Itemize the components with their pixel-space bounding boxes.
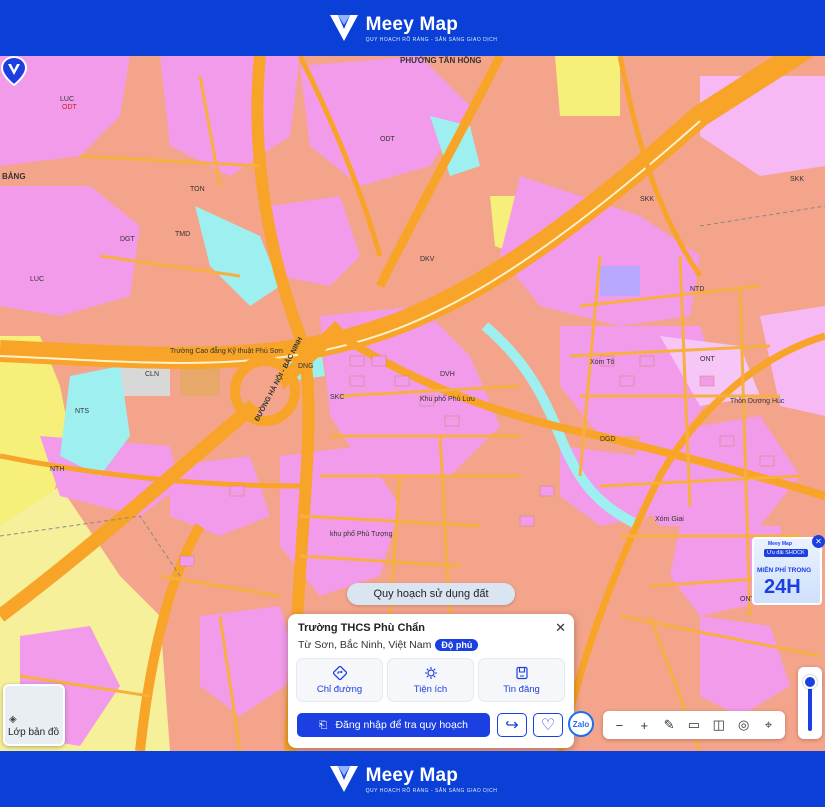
- share-icon: ↪: [505, 717, 519, 734]
- amenities-icon: [424, 666, 437, 679]
- brand-logo[interactable]: Meey Map QUY HOẠCH RÕ RÀNG - SẴN SÀNG GI…: [328, 13, 498, 43]
- ruler-icon[interactable]: ▭: [684, 717, 704, 733]
- layers-icon: ◈: [9, 714, 17, 725]
- footer-brand-logo[interactable]: Meey Map QUY HOẠCH RÕ RÀNG - SẴN SÀNG GI…: [328, 764, 498, 794]
- amenities-label: Tiện ích: [413, 683, 448, 695]
- footer-brand-name: Meey Map: [365, 764, 459, 786]
- locate-icon[interactable]: ⌖: [758, 717, 778, 733]
- promo-free: MIỄN PHÍ TRONG: [757, 567, 812, 574]
- listings-label: Tin đăng: [503, 683, 540, 695]
- slider-knob[interactable]: [803, 675, 817, 689]
- promo-label: Ưu đãi SHOCK: [764, 549, 808, 557]
- map-layer-label: Lớp bản đồ: [8, 727, 60, 738]
- land-use-planning-chip[interactable]: Quy hoạch sử dụng đất: [347, 583, 515, 605]
- heart-icon: ♡: [540, 717, 556, 734]
- close-icon[interactable]: ✕: [812, 535, 825, 548]
- login-to-check-planning-button[interactable]: ⎗ Đăng nhập để tra quy hoạch: [297, 713, 490, 737]
- brand-tagline: QUY HOẠCH RÕ RÀNG - SẴN SÀNG GIAO DỊCH: [365, 36, 498, 43]
- listings-button[interactable]: Tin đăng: [479, 659, 564, 701]
- close-icon[interactable]: ✕: [555, 620, 566, 636]
- coverage-badge[interactable]: Độ phủ: [435, 639, 479, 651]
- zoom-out-button[interactable]: −: [609, 718, 629, 733]
- header-bar: Meey Map QUY HOẠCH RÕ RÀNG - SẴN SÀNG GI…: [0, 0, 825, 56]
- directions-icon: [332, 665, 347, 680]
- promo-brand: Meey Map: [768, 541, 792, 547]
- opacity-slider[interactable]: [798, 667, 822, 739]
- directions-button[interactable]: Chỉ đường: [297, 659, 382, 701]
- promo-hours: 24H: [764, 576, 801, 598]
- login-label: Đăng nhập để tra quy hoạch: [335, 719, 468, 731]
- split-view-icon[interactable]: ◫: [709, 717, 729, 733]
- place-address: Từ Sơn, Bắc Ninh, Việt Nam: [298, 639, 432, 651]
- favorite-button[interactable]: ♡: [533, 713, 563, 737]
- directions-label: Chỉ đường: [316, 683, 363, 695]
- map-toolbar: − + ✎ ▭ ◫ ◎ ⌖: [603, 711, 785, 739]
- footer-brand-tagline: QUY HOẠCH RÕ RÀNG - SẴN SÀNG GIAO DỊCH: [365, 787, 498, 794]
- login-icon: ⎗: [319, 718, 328, 731]
- zoom-in-button[interactable]: +: [634, 718, 654, 733]
- map-layer-button[interactable]: ◈ Lớp bản đồ: [3, 684, 65, 746]
- place-card: Trường THCS Phù Chẩn ✕ Từ Sơn, Bắc Ninh,…: [288, 614, 574, 748]
- compass-icon[interactable]: ◎: [734, 717, 754, 733]
- brand-name: Meey Map: [365, 13, 459, 35]
- location-pin-icon[interactable]: [0, 56, 28, 86]
- draw-icon[interactable]: ✎: [659, 717, 679, 733]
- meey-logo-icon: [329, 15, 358, 41]
- promo-banner[interactable]: Meey Map Ưu đãi SHOCK MIỄN PHÍ TRONG 24H: [752, 537, 822, 605]
- place-title: Trường THCS Phù Chẩn: [298, 622, 426, 634]
- share-button[interactable]: ↪: [497, 713, 527, 737]
- meey-logo-icon: [329, 766, 358, 792]
- footer-bar: Meey Map QUY HOẠCH RÕ RÀNG - SẴN SÀNG GI…: [0, 751, 825, 807]
- amenities-button[interactable]: Tiện ích: [388, 659, 473, 701]
- zalo-chat-button[interactable]: Zalo: [568, 711, 594, 737]
- listing-icon: [515, 666, 528, 679]
